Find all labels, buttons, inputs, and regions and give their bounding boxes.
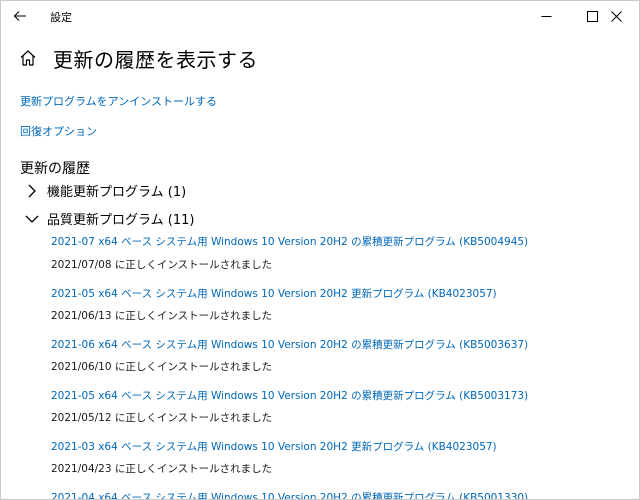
page-header: 更新の履歴を表示する xyxy=(19,43,258,73)
update-link-kb5004945[interactable]: 2021-07 x64 ベース システム用 Windows 10 Version… xyxy=(51,234,528,249)
minimize-button[interactable] xyxy=(523,1,569,31)
close-icon xyxy=(610,10,622,22)
uninstall-updates-link[interactable]: 更新プログラムをアンインストールする xyxy=(20,93,217,109)
title-bar: 設定 xyxy=(1,1,639,31)
window-title: 設定 xyxy=(50,11,72,24)
update-status: 2021/07/08 に正しくインストールされました xyxy=(51,259,273,271)
update-link-kb5003173[interactable]: 2021-05 x64 ベース システム用 Windows 10 Version… xyxy=(51,388,528,403)
update-link-kb5001330[interactable]: 2021-04 x64 ベース システム用 Windows 10 Version… xyxy=(51,490,528,499)
recovery-options-link[interactable]: 回復オプション xyxy=(20,123,97,139)
page-title: 更新の履歴を表示する xyxy=(53,47,258,72)
update-status: 2021/04/23 に正しくインストールされました xyxy=(51,463,273,475)
quality-updates-label: 品質更新プログラム (11) xyxy=(47,213,195,228)
update-status: 2021/05/12 に正しくインストールされました xyxy=(51,412,273,424)
update-link-kb4023057-2[interactable]: 2021-03 x64 ベース システム用 Windows 10 Version… xyxy=(51,439,497,454)
close-button[interactable] xyxy=(593,1,639,31)
update-link-kb4023057[interactable]: 2021-05 x64 ベース システム用 Windows 10 Version… xyxy=(51,286,497,301)
quality-updates-group[interactable]: 品質更新プログラム (11) xyxy=(25,209,194,228)
chevron-right-icon xyxy=(25,184,39,198)
feature-updates-group[interactable]: 機能更新プログラム (1) xyxy=(25,181,186,200)
feature-updates-label: 機能更新プログラム (1) xyxy=(47,185,187,200)
update-link-kb5003637[interactable]: 2021-06 x64 ベース システム用 Windows 10 Version… xyxy=(51,337,528,352)
update-status: 2021/06/10 に正しくインストールされました xyxy=(51,361,273,373)
home-icon xyxy=(20,50,36,66)
back-button[interactable] xyxy=(1,1,39,31)
chevron-down-icon xyxy=(25,212,39,226)
update-status: 2021/06/13 に正しくインストールされました xyxy=(51,310,273,322)
back-arrow-icon xyxy=(13,11,26,21)
home-button[interactable] xyxy=(19,48,39,68)
history-section-title: 更新の履歴 xyxy=(20,161,90,177)
minimize-icon xyxy=(541,15,551,17)
settings-window: 設定 更新の履歴を表示する 更新プログラムをアンインストールする 回復オプション… xyxy=(0,0,640,500)
